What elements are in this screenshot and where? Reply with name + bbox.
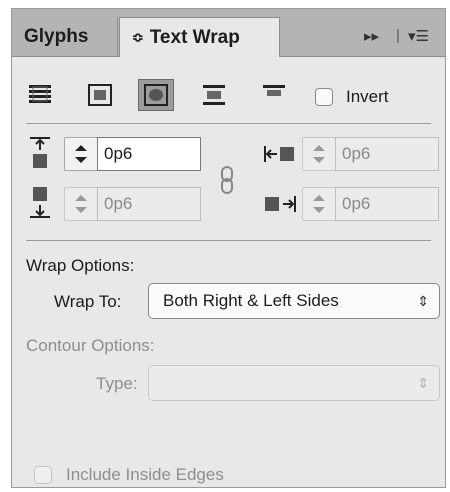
invert-checkbox[interactable]: [315, 88, 333, 106]
tab-glyphs[interactable]: Glyphs: [12, 17, 118, 56]
top-offset-stepper[interactable]: [64, 137, 98, 171]
no-wrap-button[interactable]: [22, 79, 58, 111]
contour-type-select[interactable]: ⇕: [148, 365, 440, 401]
wrap-to-select[interactable]: Both Right & Left Sides ⇕: [148, 283, 440, 319]
text-wrap-panel: Glyphs ≎ Text Wrap ▸▸ | ▾☰ Invert 0p6 0p…: [11, 8, 446, 488]
left-offset-stepper[interactable]: [302, 137, 336, 171]
divider: [26, 240, 431, 241]
no-wrap-icon: [29, 85, 51, 103]
top-offset-icon: [30, 137, 50, 168]
jump-object-wrap-button[interactable]: [196, 79, 232, 111]
collapse-panel-icon[interactable]: ▸▸: [364, 27, 379, 45]
right-offset-icon: [265, 196, 296, 212]
select-arrows-icon: ⇕: [417, 375, 429, 391]
tab-text-wrap-label: Text Wrap: [149, 26, 240, 48]
right-offset-stepper[interactable]: [302, 187, 336, 221]
left-offset-input[interactable]: 0p6: [335, 137, 439, 171]
jump-next-column-button[interactable]: [256, 79, 292, 111]
top-offset-input[interactable]: 0p6: [97, 137, 201, 171]
updown-arrows-icon: ≎: [132, 29, 144, 45]
tab-bar: Glyphs ≎ Text Wrap ▸▸ | ▾☰: [12, 9, 445, 57]
right-offset-input[interactable]: 0p6: [335, 187, 439, 221]
wrap-to-label: Wrap To:: [54, 292, 122, 311]
contour-type-label: Type:: [96, 374, 138, 393]
select-arrows-icon: ⇕: [417, 293, 429, 309]
divider: [26, 123, 431, 124]
object-shape-wrap-button[interactable]: [138, 79, 174, 111]
bottom-offset-stepper[interactable]: [64, 187, 98, 221]
contour-options-heading: Contour Options:: [26, 336, 155, 355]
jump-object-wrap-icon: [203, 85, 225, 105]
include-inside-edges-label: Include Inside Edges: [66, 465, 224, 484]
chain-link-icon[interactable]: [219, 165, 235, 195]
wrap-to-value: Both Right & Left Sides: [163, 291, 339, 310]
jump-next-column-icon: [263, 85, 285, 96]
bottom-offset-icon: [30, 187, 50, 218]
wrap-options-heading: Wrap Options:: [26, 256, 135, 275]
bounding-box-wrap-button[interactable]: [82, 79, 118, 111]
tab-glyphs-label: Glyphs: [24, 25, 89, 47]
tab-text-wrap[interactable]: ≎ Text Wrap: [119, 17, 280, 57]
include-inside-edges-checkbox[interactable]: [34, 466, 52, 484]
invert-label: Invert: [346, 87, 389, 106]
bottom-offset-input[interactable]: 0p6: [97, 187, 201, 221]
panel-menu-icon[interactable]: ▾☰: [408, 27, 429, 45]
divider-icon: |: [396, 27, 400, 44]
object-shape-wrap-icon: [144, 84, 168, 106]
bounding-box-wrap-icon: [88, 84, 112, 106]
left-offset-icon: [264, 146, 294, 162]
